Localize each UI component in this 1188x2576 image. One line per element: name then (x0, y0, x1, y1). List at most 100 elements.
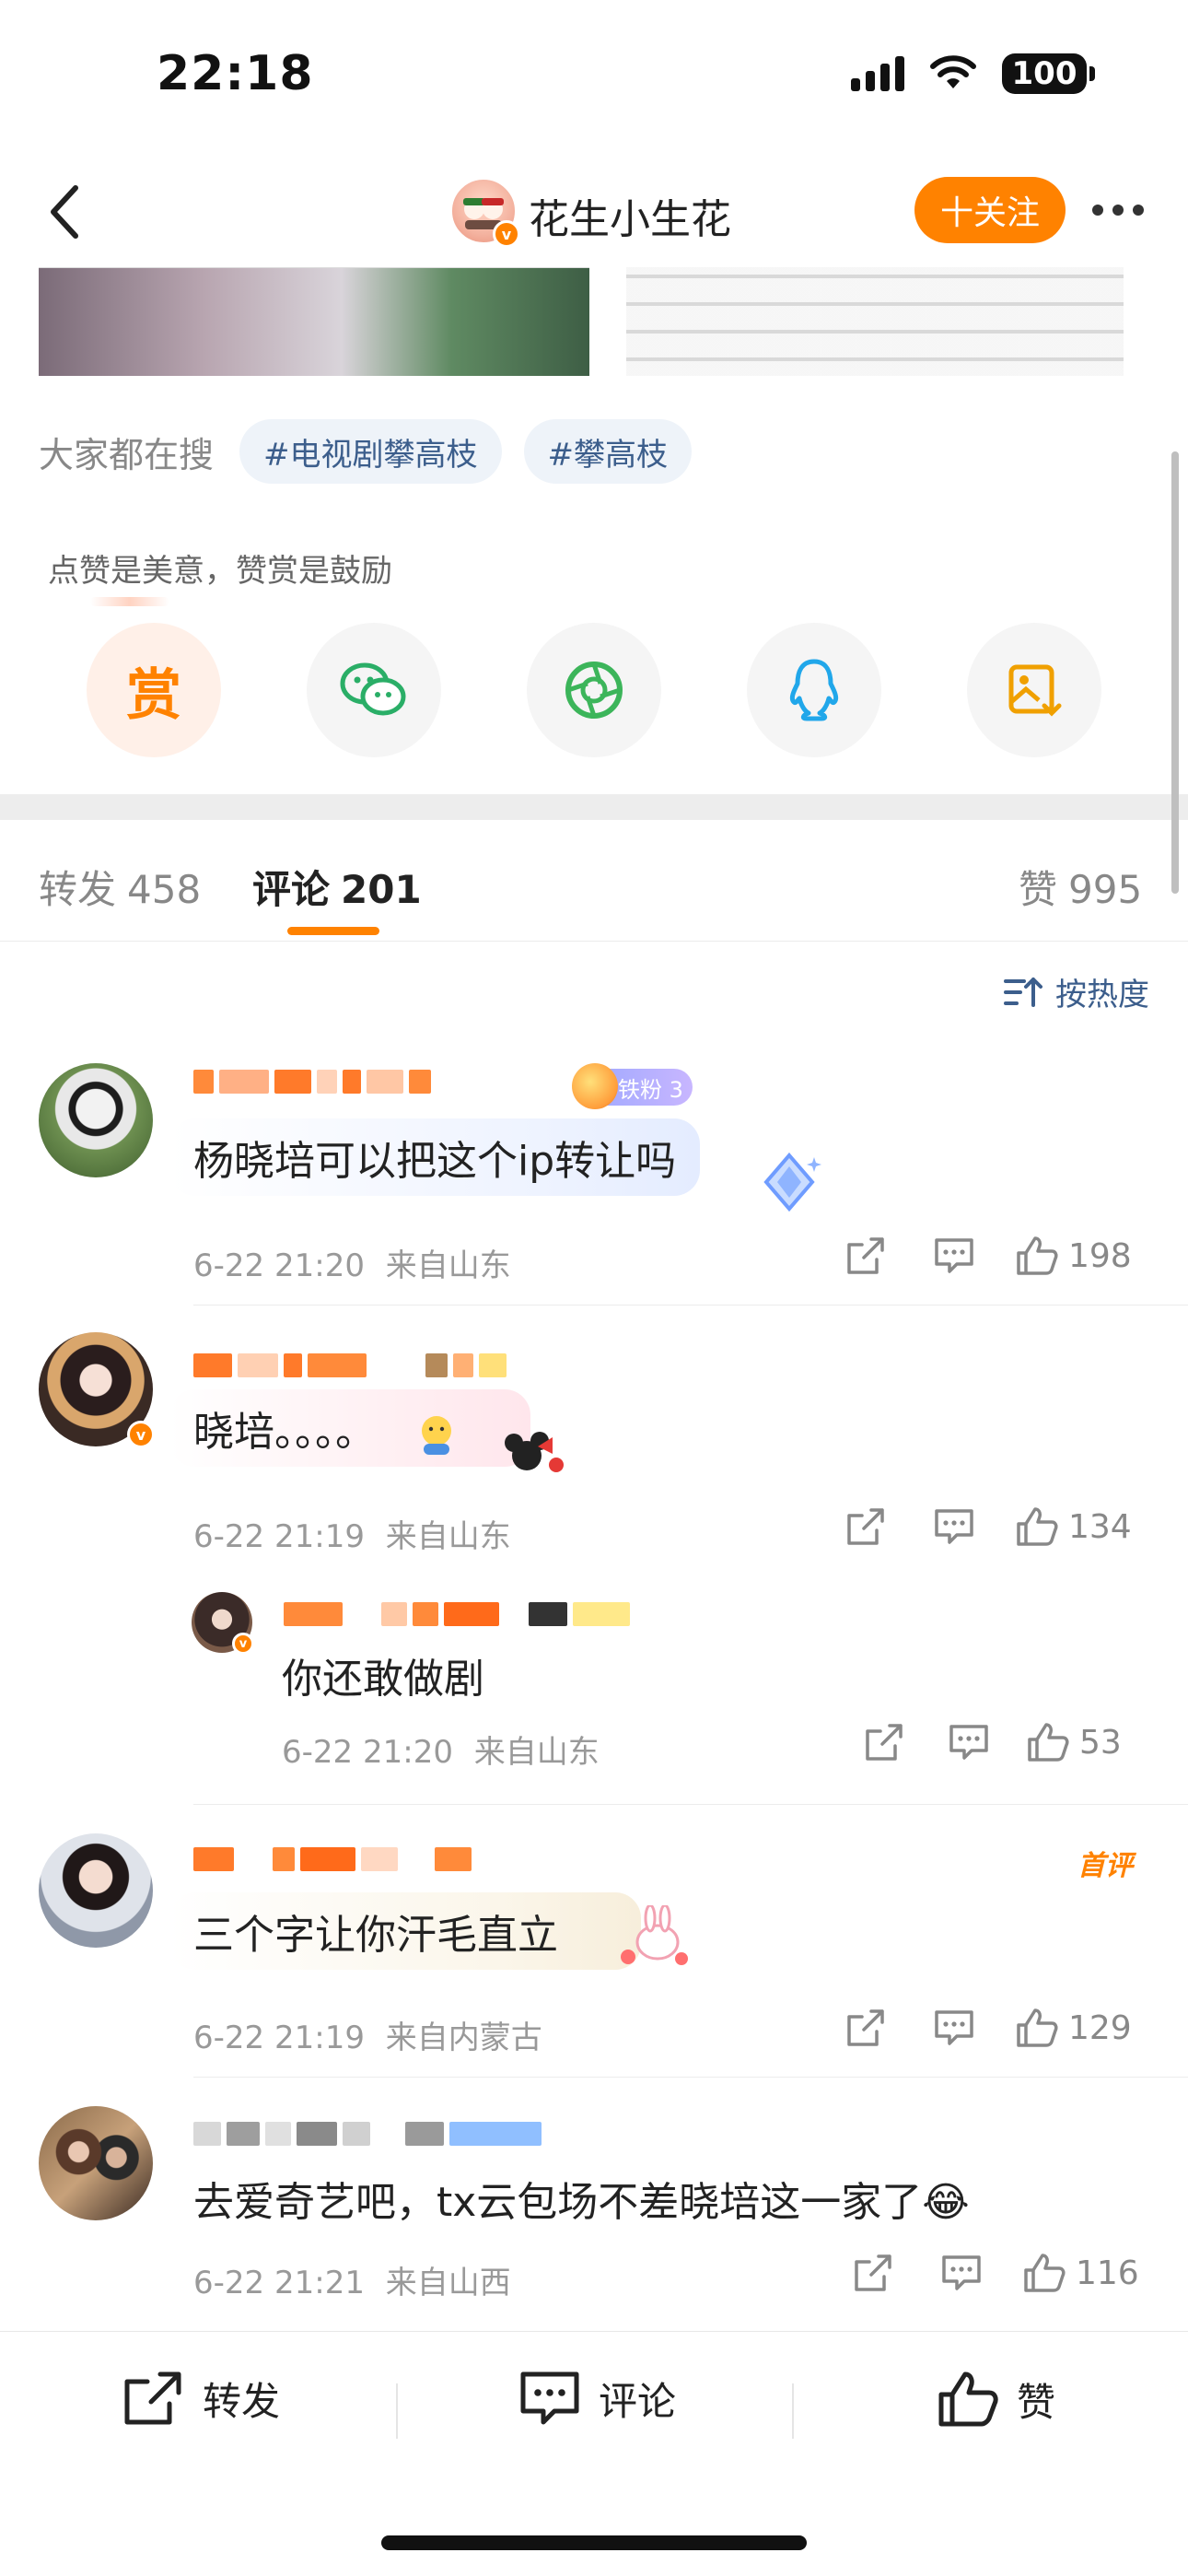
home-indicator[interactable] (381, 2535, 807, 2550)
comment-text: 杨晓培可以把这个ip转让吗 (169, 1118, 701, 1196)
share-icon (855, 2254, 891, 2291)
chevron-left-icon (51, 185, 78, 239)
bottom-action-bar: 转发 评论 赞 (0, 2331, 1188, 2488)
reply-comment-button[interactable] (926, 2008, 982, 2047)
search-tag-chip[interactable]: #攀高枝 (523, 419, 693, 484)
like-comment-button[interactable]: 116 (1022, 2252, 1139, 2294)
reply-time: 6-22 21:20 (282, 1734, 453, 1771)
scrollbar[interactable] (1171, 451, 1179, 894)
tab-likes[interactable]: 赞 995 (1019, 859, 1142, 915)
trending-search-row: 大家都在搜 #电视剧攀高枝 #攀高枝 (39, 419, 693, 484)
commenter-name-blurred[interactable] (193, 1351, 507, 1380)
reply-text: 你还敢做剧 (282, 1656, 484, 1703)
reply-avatar-wrap: v (192, 1592, 254, 1655)
author-avatar[interactable]: v (449, 177, 520, 248)
bottom-bar-separator (792, 2383, 794, 2439)
reply-location: 来自山东 (473, 1734, 600, 1771)
repost-icon (124, 2371, 181, 2425)
thumbs-up-icon (938, 2371, 998, 2427)
share-reply-button[interactable] (856, 1722, 912, 1762)
tab-count: 201 (341, 867, 422, 912)
share-comment-button[interactable] (838, 1235, 893, 1276)
more-dot-icon (1092, 205, 1103, 216)
like-comment-button[interactable]: 134 (1015, 1505, 1132, 1548)
like-count: 129 (1068, 2008, 1132, 2047)
commenter-avatar[interactable] (39, 2106, 153, 2220)
share-qq-button[interactable] (747, 623, 881, 757)
reply-comment-button[interactable] (926, 1236, 982, 1275)
thumbs-up-icon (1017, 2008, 1058, 2047)
comment-actions: 129 (838, 2007, 1132, 2049)
comment-icon (942, 2255, 981, 2290)
comment-actions: 116 (845, 2252, 1139, 2294)
search-tag-chip[interactable]: #电视剧攀高枝 (239, 419, 502, 484)
reply-reply-button[interactable] (941, 1723, 996, 1762)
comment-meta: 6-22 21:19 来自山东 (193, 1511, 511, 1556)
commenter-avatar[interactable] (39, 1063, 153, 1177)
share-moments-button[interactable] (527, 623, 661, 757)
like-count: 116 (1076, 2254, 1139, 2292)
commenter-avatar[interactable] (39, 1833, 153, 1948)
comment-text-content: 晓培。。。。 (193, 1409, 376, 1456)
tab-count: 995 (1068, 867, 1143, 912)
more-options-button[interactable] (1085, 190, 1151, 230)
share-comment-button[interactable] (838, 1506, 893, 1547)
verified-badge-icon: v (493, 220, 520, 248)
share-icon (847, 1508, 884, 1545)
comment-location: 来自山东 (385, 1247, 511, 1284)
follow-button[interactable]: 十关注 (914, 177, 1066, 243)
verified-badge-icon: v (232, 1633, 254, 1655)
comment-text: 三个字让你汗毛直立 (169, 1892, 641, 1970)
sort-label: 按热度 (1055, 977, 1149, 1013)
comment-location: 来自山西 (385, 2265, 511, 2301)
comment-time: 6-22 21:20 (193, 1247, 365, 1284)
save-image-button[interactable] (967, 623, 1101, 757)
comment-divider (193, 1804, 1188, 1805)
thumbs-up-icon (1017, 1236, 1058, 1275)
comment-time: 6-22 21:19 (193, 2020, 365, 2056)
share-row: 赏 (0, 623, 1188, 757)
emoji-icon (422, 1416, 451, 1455)
like-button[interactable]: 赞 (936, 2369, 1055, 2430)
cellular-signal-icon (851, 56, 904, 91)
share-wechat-button[interactable] (307, 623, 441, 757)
comment-meta: 6-22 21:19 来自内蒙古 (193, 2012, 542, 2057)
reply-name-blurred[interactable] (284, 1599, 630, 1629)
diamond-sticker-icon (763, 1152, 821, 1212)
commenter-name-blurred[interactable] (193, 1067, 431, 1096)
tab-comments[interactable]: 评论 201 (252, 859, 422, 915)
commenter-name-blurred[interactable] (193, 1844, 472, 1874)
sort-by-hot-button[interactable]: 按热度 (1004, 969, 1149, 1014)
top-nav-bar: v 花生小生花 十关注 (0, 157, 1188, 267)
post-tabs: 转发 458 评论 201 赞 995 (0, 846, 1188, 942)
back-button[interactable] (28, 175, 101, 249)
like-reply-button[interactable]: 53 (1026, 1721, 1122, 1763)
reply-comment-button[interactable] (934, 2254, 989, 2292)
comment-divider (193, 2077, 1188, 2078)
comment-icon (520, 2371, 579, 2425)
reply-comment-button[interactable] (926, 1507, 982, 1546)
sort-icon (1004, 977, 1042, 1007)
tab-label: 转发 (39, 867, 117, 912)
share-comment-button[interactable] (838, 2008, 893, 2048)
commenter-avatar-wrap: v (39, 1332, 155, 1448)
repost-button[interactable]: 转发 (120, 2369, 280, 2428)
like-comment-button[interactable]: 198 (1015, 1235, 1132, 1277)
status-time: 22:18 (157, 46, 314, 101)
section-divider (0, 794, 1188, 820)
wifi-icon (930, 55, 976, 88)
commenter-name-blurred[interactable] (193, 2119, 542, 2149)
like-comment-button[interactable]: 129 (1015, 2007, 1132, 2049)
mickey-sticker-icon (505, 1432, 564, 1472)
tab-repost[interactable]: 转发 458 (39, 859, 201, 915)
comment-button[interactable]: 评论 (518, 2369, 676, 2428)
more-dot-icon (1112, 205, 1124, 216)
comment-meta: 6-22 21:20 来自山东 (193, 1240, 511, 1285)
repost-label: 转发 (203, 2378, 281, 2424)
trending-search-label: 大家都在搜 (39, 434, 215, 475)
share-comment-button[interactable] (845, 2253, 901, 2293)
reward-button[interactable]: 赏 (87, 623, 221, 757)
author-name[interactable]: 花生小生花 (529, 186, 731, 245)
post-text-image[interactable] (626, 267, 1124, 376)
post-image[interactable] (39, 267, 589, 376)
